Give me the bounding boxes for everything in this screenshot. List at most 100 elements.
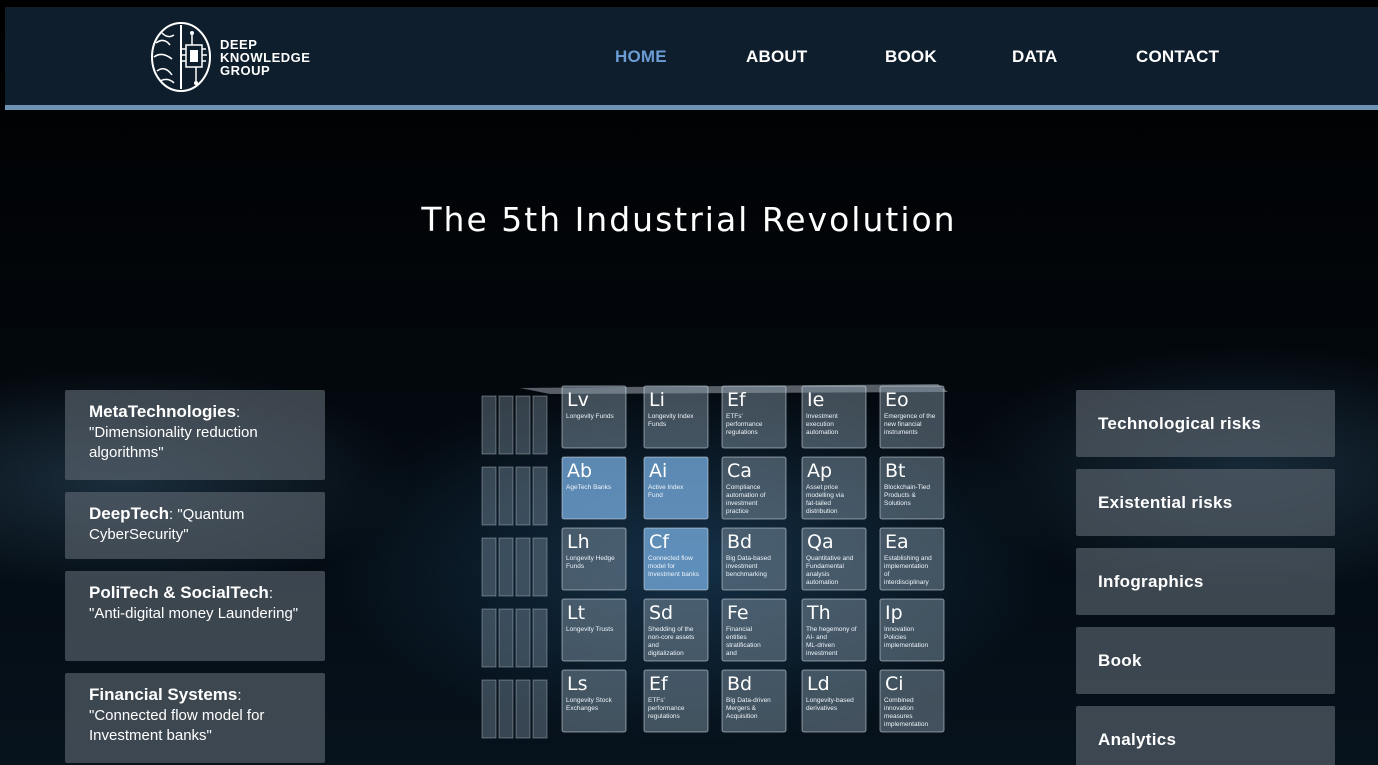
cube-tile[interactable]: Lt Longevity Trusts [561, 598, 627, 662]
hero-title: The 5th Industrial Revolution [421, 200, 957, 240]
nav-about[interactable]: ABOUT [746, 47, 807, 67]
nav-data[interactable]: DATA [1012, 47, 1058, 67]
cube-side-tile [481, 537, 497, 597]
cube-tile-label: investment [726, 563, 758, 570]
cube-tile-label: Emergence of the [884, 413, 936, 420]
cube-tile[interactable]: Eo Emergence of thenew financialinstrumen… [879, 385, 945, 449]
main-nav: HOME ABOUT BOOK DATA CONTACT [5, 47, 1378, 71]
nav-book[interactable]: BOOK [885, 47, 937, 67]
card-keyword: PoliTech & SocialTech [89, 583, 269, 602]
cube-side-tile [532, 679, 548, 739]
cube-tile-label: benchmarking [726, 571, 767, 578]
cube-tile-label: automation [806, 579, 839, 586]
cube-tile[interactable]: Ca Complianceautomation ofinvestmentpract… [721, 456, 787, 520]
card-keyword: DeepTech [89, 504, 169, 523]
cube-tile-label: instruments [884, 429, 918, 436]
cube-side-tile [498, 395, 514, 455]
cube-tile-symbol: Sd [649, 602, 673, 624]
cube-tile-label: Fund [648, 492, 663, 499]
cube-side-tile [498, 679, 514, 739]
cube-tile-label: ETFs' [648, 697, 665, 704]
cube-tile[interactable]: Th The hegemony ofAI- andML-driveninvestm… [801, 598, 867, 662]
cube-tile[interactable]: Lv Longevity Funds [561, 385, 627, 449]
cube-tile-symbol: Ab [567, 460, 592, 482]
cube-tile-label: Connected flow [648, 555, 693, 562]
card-politech-socialtech[interactable]: PoliTech & SocialTech: "Anti-digital mon… [65, 571, 325, 661]
card-technological-risks[interactable]: Technological risks [1076, 390, 1335, 457]
cube-tile[interactable]: Li Longevity IndexFunds [643, 385, 709, 449]
cube-tile[interactable]: Ef ETFs'performanceregulations [721, 385, 787, 449]
cube-side-tile [532, 537, 548, 597]
card-label: Existential risks [1098, 492, 1233, 512]
cube-tile-symbol: Ci [885, 673, 904, 695]
card-analytics[interactable]: Analytics [1076, 706, 1335, 765]
cube-tile[interactable]: Ef ETFs'performanceregulations [643, 669, 709, 733]
cube-tile-label: Shedding of the [648, 626, 694, 633]
cube-tile-label: AgeTech Banks [566, 484, 612, 491]
card-existential-risks[interactable]: Existential risks [1076, 469, 1335, 536]
cube-tile[interactable]: Cf Connected flowmodel forInvestment bank… [643, 527, 709, 591]
cube-tile[interactable]: Qa Quantitative andFundamentalanalysisaut… [801, 527, 867, 591]
cube-side-tile [481, 608, 497, 668]
cube-tile[interactable]: Bd Big Data-drivenMergers &Acquisition [721, 669, 787, 733]
cube-tile[interactable]: Lh Longevity HedgeFunds [561, 527, 627, 591]
cube-tile-label: implementation [884, 563, 928, 570]
cube-tile-symbol: Ap [807, 460, 832, 482]
cube-tile[interactable]: Ls Longevity StockExchanges [561, 669, 627, 733]
cube-tile[interactable]: Ai Active IndexFund [643, 456, 709, 520]
cube-tile-label: Combined [884, 697, 914, 704]
nav-contact[interactable]: CONTACT [1136, 47, 1219, 67]
cube-tile-label: Exchanges [566, 705, 599, 712]
cube-tile-label: performance [648, 705, 685, 712]
cube-tile-label: implementation [884, 721, 928, 728]
cube-tile-symbol: Th [806, 602, 831, 624]
cube-tile[interactable]: Ab AgeTech Banks [561, 456, 627, 520]
cube-tile[interactable]: Bd Big Data-basedinvestmentbenchmarking [721, 527, 787, 591]
cube-tile-label: analysis [806, 571, 830, 578]
cube-tile-symbol: Bt [885, 460, 905, 482]
cube-tile-label: Funds [648, 421, 667, 428]
cube-tile[interactable]: Fe Financialentitiesstratificationand [721, 598, 787, 662]
cube-side-tile [481, 466, 497, 526]
cube-side-tile [498, 537, 514, 597]
card-book[interactable]: Book [1076, 627, 1335, 694]
card-metatechnologies[interactable]: MetaTechnologies: "Dimensionality reduct… [65, 390, 325, 480]
cube-tile-label: execution [806, 421, 834, 428]
periodic-cube[interactable]: LvLongevity FundsLiLongevity IndexFundsE… [480, 378, 948, 765]
cube-tile-symbol: Eo [885, 389, 909, 411]
cube-tile-label: Active Index [648, 484, 684, 491]
cube-tile-label: Financial [726, 626, 753, 633]
cube-tile-symbol: Lt [567, 602, 585, 624]
cube-tile[interactable]: Ie Investmentexecutionautomation [801, 385, 867, 449]
cube-tile-label: practice [726, 508, 749, 515]
cube-tile-label: automation [806, 429, 839, 436]
cube-tile-label: Asset price [806, 484, 839, 491]
cube-tile-label: Investment [806, 413, 838, 420]
cube-tile-label: Compliance [726, 484, 761, 491]
cube-tile[interactable]: Ea Establishing andimplementationofinterd… [879, 527, 945, 591]
cube-tile-label: ETFs' [726, 413, 743, 420]
cube-tile[interactable]: Ap Asset pricemodelling viafat-taileddist… [801, 456, 867, 520]
cube-tile[interactable]: Ld Longevity-basedderivatives [801, 669, 867, 733]
cube-tile[interactable]: Sd Shedding of thenon-core assetsanddigit… [643, 598, 709, 662]
cube-tile-label: Funds [566, 563, 585, 570]
card-keyword: MetaTechnologies [89, 402, 237, 421]
cube-tile-label: Acquisition [726, 713, 758, 720]
cube-tile-label: new financial [884, 421, 922, 428]
cube-side-tile [515, 537, 531, 597]
cube-tile-label: model for [648, 563, 676, 570]
cube-side-tile [481, 679, 497, 739]
cube-tile[interactable]: Bt Blockchain-TiedProducts &Solutions [879, 456, 945, 520]
cube-side-tile [532, 466, 548, 526]
site-header: DEEP KNOWLEDGE GROUP HOME ABOUT BOOK DAT… [5, 7, 1378, 110]
card-deeptech[interactable]: DeepTech: "Quantum CyberSecurity" [65, 492, 325, 559]
cube-tile-label: Longevity-based [806, 697, 854, 704]
cube-tile[interactable]: Ip InnovationPoliciesimplementation [879, 598, 945, 662]
card-keyword: Financial Systems [89, 685, 238, 704]
card-financial-systems[interactable]: Financial Systems: "Connected flow model… [65, 673, 325, 763]
cube-tile-label: distribution [806, 508, 838, 515]
card-infographics[interactable]: Infographics [1076, 548, 1335, 615]
nav-home[interactable]: HOME [615, 47, 667, 67]
cube-tile-label: regulations [726, 429, 759, 436]
cube-tile[interactable]: Ci Combinedinnovationmeasuresimplementati… [879, 669, 945, 733]
